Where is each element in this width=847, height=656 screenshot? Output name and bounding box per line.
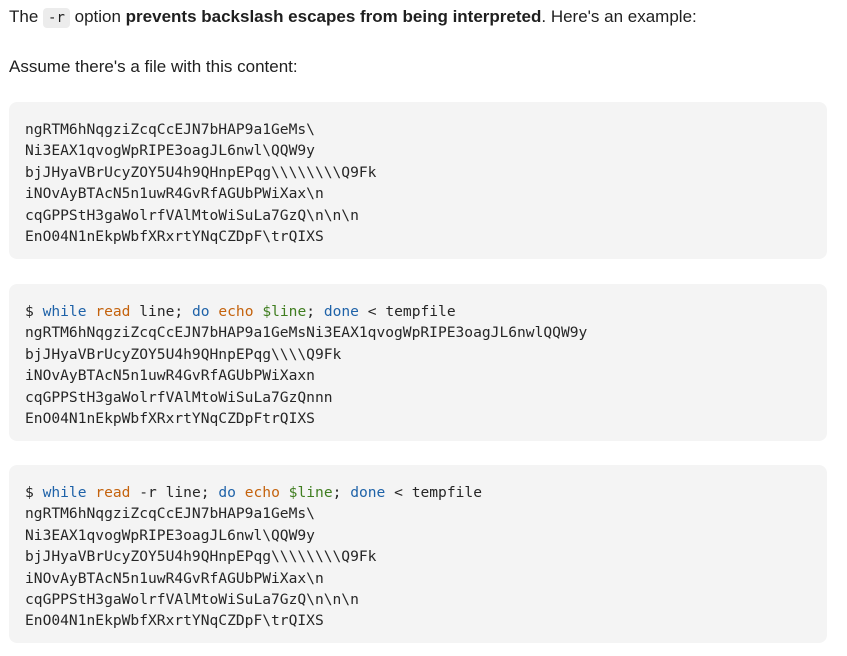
intro-text-after: . Here's an example: xyxy=(541,7,697,26)
keyword-done: done xyxy=(350,484,386,501)
code-line: bjJHyaVBrUcyZOY5U4h9QHnpEPqg\\\\\\\\Q9Fk xyxy=(25,163,377,181)
shell-prompt: $ xyxy=(25,484,43,501)
builtin-echo: echo xyxy=(218,303,254,320)
output-line: Ni3EAX1qvogWpRIPE3oagJL6nwl\QQW9y xyxy=(25,526,315,544)
code-line: EnO04N1nEkpWbfXRxrtYNqCZDpF\trQIXS xyxy=(25,227,324,245)
code-line: cqGPPStH3gaWolrfVAlMtoWiSuLa7GzQ\n\n\n xyxy=(25,206,359,224)
output-line: EnO04N1nEkpWbfXRxrtYNqCZDpFtrQIXS xyxy=(25,409,315,427)
read-without-r-code-block: $ while read line; do echo $line; done <… xyxy=(9,284,827,441)
redirect-input: < tempfile xyxy=(358,303,456,320)
intro-bold-text: prevents backslash escapes from being in… xyxy=(125,7,542,26)
code-line: Ni3EAX1qvogWpRIPE3oagJL6nwl\QQW9y xyxy=(25,142,315,160)
builtin-echo: echo xyxy=(244,484,280,501)
builtin-read: read xyxy=(95,484,131,501)
shell-prompt: $ xyxy=(25,303,43,320)
keyword-while: while xyxy=(42,303,87,320)
output-line: cqGPPStH3gaWolrfVAlMtoWiSuLa7GzQ\n\n\n xyxy=(25,590,359,608)
output-line: EnO04N1nEkpWbfXRxrtYNqCZDpF\trQIXS xyxy=(25,612,324,630)
option-inline-code: -r xyxy=(43,8,70,28)
builtin-read: read xyxy=(95,303,131,320)
output-line: ngRTM6hNqgziZcqCcEJN7bHAP9a1GeMsNi3EAX1q… xyxy=(25,324,588,342)
output-line: bjJHyaVBrUcyZOY5U4h9QHnpEPqg\\\\\\\\Q9Fk xyxy=(25,548,377,566)
output-line: iNOvAyBTAcN5n1uwR4GvRfAGUbPWiXaxn xyxy=(25,367,315,385)
output-line: cqGPPStH3gaWolrfVAlMtoWiSuLa7GzQnnn xyxy=(25,388,333,406)
variable-line: $line xyxy=(262,303,307,320)
command-args: line; xyxy=(130,303,192,320)
output-line: iNOvAyBTAcN5n1uwR4GvRfAGUbPWiXax\n xyxy=(25,569,324,587)
redirect-input: < tempfile xyxy=(385,484,482,501)
intro-text-middle: option xyxy=(69,7,126,26)
read-with-r-code-block: $ while read -r line; do echo $line; don… xyxy=(9,465,827,643)
keyword-do: do xyxy=(191,303,210,320)
output-line: bjJHyaVBrUcyZOY5U4h9QHnpEPqg\\\\Q9Fk xyxy=(25,345,342,363)
intro-text-before: The xyxy=(9,7,44,26)
command-args: -r line; xyxy=(130,484,219,501)
variable-line: $line xyxy=(288,484,333,501)
assume-paragraph: Assume there's a file with this content: xyxy=(9,57,298,76)
output-line: ngRTM6hNqgziZcqCcEJN7bHAP9a1GeMs\ xyxy=(25,505,315,523)
intro-paragraph: The -r option prevents backslash escapes… xyxy=(9,5,827,30)
code-line: iNOvAyBTAcN5n1uwR4GvRfAGUbPWiXax\n xyxy=(25,185,324,203)
code-line: ngRTM6hNqgziZcqCcEJN7bHAP9a1GeMs\ xyxy=(25,121,315,138)
keyword-do: do xyxy=(218,484,236,501)
command-line: $ while read line; do echo $line; done <… xyxy=(25,301,811,322)
semicolon: ; xyxy=(332,484,351,501)
semicolon: ; xyxy=(306,303,324,320)
command-line: $ while read -r line; do echo $line; don… xyxy=(25,482,811,503)
keyword-done: done xyxy=(323,303,359,320)
file-content-code-block: ngRTM6hNqgziZcqCcEJN7bHAP9a1GeMs\ Ni3EAX1… xyxy=(9,102,827,259)
keyword-while: while xyxy=(42,484,87,501)
